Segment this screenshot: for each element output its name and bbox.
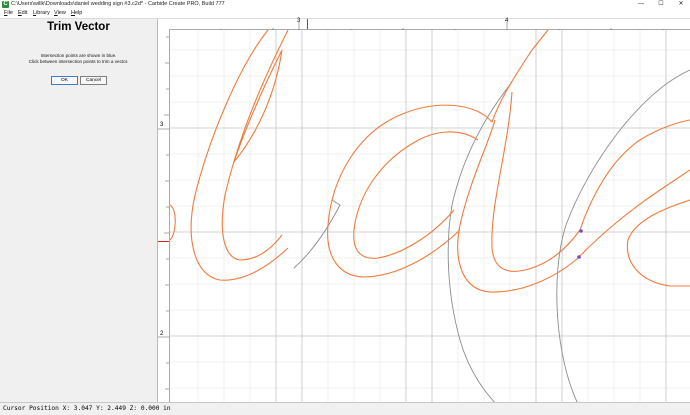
menu-help[interactable]: Help xyxy=(70,9,83,18)
cursor-position-readout: Cursor Position X: 3.047 Y: 2.449 Z: 0.0… xyxy=(3,405,171,412)
menu-bar: File Edit Library View Help xyxy=(0,9,690,19)
orange-vector-l-inner xyxy=(221,30,289,261)
orange-vectors xyxy=(170,30,690,293)
cancel-button[interactable]: Cancel xyxy=(80,76,107,85)
orange-vector-e-loop xyxy=(626,199,690,287)
menu-view[interactable]: View xyxy=(53,9,67,18)
canvas-drawing xyxy=(170,30,690,402)
ok-button[interactable]: OK xyxy=(51,76,78,85)
maximize-button[interactable]: ☐ xyxy=(654,0,668,9)
intersection-point-1[interactable] xyxy=(579,229,583,233)
gray-vector-outer-curve xyxy=(556,69,690,402)
orange-vector-e-inner xyxy=(577,169,690,259)
app-logo-icon: C xyxy=(2,1,9,8)
orange-vector-a-outer xyxy=(327,104,493,278)
menu-file[interactable]: File xyxy=(3,9,14,18)
panel-title: Trim Vector xyxy=(47,21,110,33)
canvas-grid xyxy=(170,30,690,402)
ruler-label-y-3: 3 xyxy=(160,122,164,128)
ruler-label-y-2: 2 xyxy=(160,331,164,337)
trim-vector-panel: Trim Vector Intersection points are show… xyxy=(0,19,158,402)
design-canvas[interactable] xyxy=(170,30,690,402)
window-title: C:\Users\willk\Downloads\daniel wedding … xyxy=(11,1,225,7)
vertical-ruler[interactable]: 3 2 xyxy=(158,29,170,402)
close-button[interactable]: ✕ xyxy=(674,0,688,9)
status-bar: Cursor Position X: 3.047 Y: 2.449 Z: 0.0… xyxy=(0,402,690,415)
orange-vector-connector xyxy=(170,204,176,241)
orange-vector-l-loop xyxy=(233,49,283,163)
horizontal-ruler[interactable]: 3 4 xyxy=(158,18,690,32)
menu-library[interactable]: Library xyxy=(32,9,51,18)
intersection-point-2[interactable] xyxy=(577,255,581,259)
ruler-label-x-4: 4 xyxy=(505,18,509,24)
menu-edit[interactable]: Edit xyxy=(17,9,28,18)
instruction-text-2: Click between intersection points to tri… xyxy=(28,59,129,64)
cursor-marker-x xyxy=(307,19,308,29)
orange-vector-e-outer xyxy=(579,119,690,231)
orange-vector-a-inner xyxy=(353,131,479,259)
ruler-label-x-3: 3 xyxy=(297,18,301,24)
vertical-ruler-ticks xyxy=(158,36,169,390)
instruction-text-1: Intersection points are shown in blue. xyxy=(40,53,117,58)
minimize-button[interactable]: — xyxy=(634,0,648,9)
cursor-marker-y xyxy=(158,241,169,242)
